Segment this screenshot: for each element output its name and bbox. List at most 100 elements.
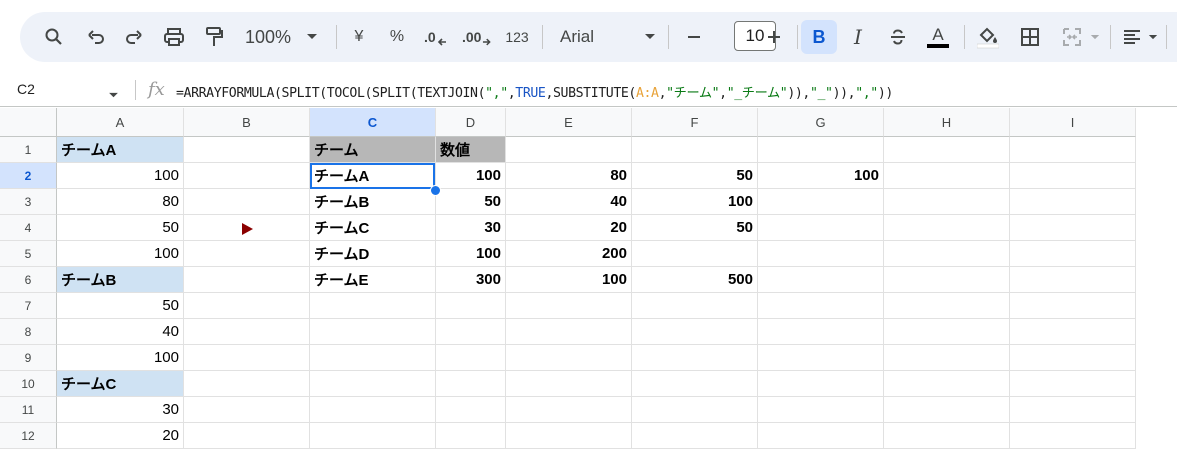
cell-h11[interactable] — [884, 397, 1010, 423]
column-header-e[interactable]: E — [506, 108, 632, 137]
cell-d11[interactable] — [436, 397, 506, 423]
cell-e11[interactable] — [506, 397, 632, 423]
cell-e4[interactable]: 20 — [506, 215, 632, 241]
italic-button[interactable]: I — [846, 24, 870, 50]
plus-icon[interactable] — [762, 24, 786, 50]
cell-g10[interactable] — [758, 371, 884, 397]
formula-input[interactable]: =ARRAYFORMULA(SPLIT(TOCOL(SPLIT(TEXTJOIN… — [176, 82, 893, 101]
cell-h2[interactable] — [884, 163, 1010, 189]
cell-h9[interactable] — [884, 345, 1010, 371]
cell-a5[interactable]: 100 — [57, 241, 184, 267]
row-header-1[interactable]: 1 — [0, 137, 57, 163]
column-header-h[interactable]: H — [884, 108, 1010, 137]
cell-b5[interactable] — [184, 241, 310, 267]
cell-a11[interactable]: 30 — [57, 397, 184, 423]
minus-icon[interactable] — [682, 24, 706, 50]
cell-i9[interactable] — [1010, 345, 1136, 371]
cell-h1[interactable] — [884, 137, 1010, 163]
cell-h12[interactable] — [884, 423, 1010, 449]
cell-i6[interactable] — [1010, 267, 1136, 293]
cell-e10[interactable] — [506, 371, 632, 397]
cell-b3[interactable] — [184, 189, 310, 215]
cell-b2[interactable] — [184, 163, 310, 189]
chevron-down-icon[interactable] — [304, 24, 320, 50]
chevron-down-icon[interactable] — [1146, 24, 1160, 50]
cell-e6[interactable]: 100 — [506, 267, 632, 293]
cell-d4[interactable]: 30 — [436, 215, 506, 241]
cell-i12[interactable] — [1010, 423, 1136, 449]
row-header-7[interactable]: 7 — [0, 293, 57, 319]
cell-d10[interactable] — [436, 371, 506, 397]
cell-f11[interactable] — [632, 397, 758, 423]
cell-a8[interactable]: 40 — [57, 319, 184, 345]
cell-i1[interactable] — [1010, 137, 1136, 163]
cell-f10[interactable] — [632, 371, 758, 397]
cell-g8[interactable] — [758, 319, 884, 345]
bold-button[interactable]: B — [801, 20, 837, 54]
cell-g2[interactable]: 100 — [758, 163, 884, 189]
cell-i10[interactable] — [1010, 371, 1136, 397]
search-icon[interactable] — [42, 24, 66, 50]
cell-f5[interactable] — [632, 241, 758, 267]
cell-b9[interactable] — [184, 345, 310, 371]
increase-decimal-button[interactable]: .00 — [462, 24, 492, 50]
cell-c7[interactable] — [310, 293, 436, 319]
cell-e7[interactable] — [506, 293, 632, 319]
cell-g4[interactable] — [758, 215, 884, 241]
row-header-11[interactable]: 11 — [0, 397, 57, 423]
column-header-f[interactable]: F — [632, 108, 758, 137]
cell-f2[interactable]: 50 — [632, 163, 758, 189]
cell-d5[interactable]: 100 — [436, 241, 506, 267]
cell-d6[interactable]: 300 — [436, 267, 506, 293]
cell-c6[interactable]: チームE — [310, 267, 436, 293]
cell-g7[interactable] — [758, 293, 884, 319]
cell-g3[interactable] — [758, 189, 884, 215]
cell-c12[interactable] — [310, 423, 436, 449]
zoom-select[interactable]: 100% — [242, 24, 294, 50]
cell-b7[interactable] — [184, 293, 310, 319]
cell-f4[interactable]: 50 — [632, 215, 758, 241]
fill-color-icon[interactable] — [976, 24, 1000, 50]
row-header-3[interactable]: 3 — [0, 189, 57, 215]
cell-d1[interactable]: 数値 — [436, 137, 506, 163]
cell-d8[interactable] — [436, 319, 506, 345]
cell-a3[interactable]: 80 — [57, 189, 184, 215]
cell-i5[interactable] — [1010, 241, 1136, 267]
cell-i2[interactable] — [1010, 163, 1136, 189]
cell-e9[interactable] — [506, 345, 632, 371]
redo-icon[interactable] — [122, 24, 146, 50]
cell-d7[interactable] — [436, 293, 506, 319]
decrease-decimal-button[interactable]: .0 — [424, 24, 452, 50]
text-color-button[interactable]: A — [926, 24, 950, 50]
cell-d12[interactable] — [436, 423, 506, 449]
cell-a9[interactable]: 100 — [57, 345, 184, 371]
cell-e3[interactable]: 40 — [506, 189, 632, 215]
cell-d3[interactable]: 50 — [436, 189, 506, 215]
cell-g5[interactable] — [758, 241, 884, 267]
cell-g1[interactable] — [758, 137, 884, 163]
undo-icon[interactable] — [84, 24, 108, 50]
row-header-8[interactable]: 8 — [0, 319, 57, 345]
paint-format-icon[interactable] — [202, 24, 226, 50]
cell-h3[interactable] — [884, 189, 1010, 215]
cell-f7[interactable] — [632, 293, 758, 319]
column-header-b[interactable]: B — [184, 108, 310, 137]
cell-c10[interactable] — [310, 371, 436, 397]
cell-e5[interactable]: 200 — [506, 241, 632, 267]
merge-cells-icon[interactable] — [1060, 24, 1084, 50]
column-header-d[interactable]: D — [436, 108, 506, 137]
select-all-corner[interactable] — [0, 108, 57, 137]
cell-h6[interactable] — [884, 267, 1010, 293]
cell-d9[interactable] — [436, 345, 506, 371]
cell-i3[interactable] — [1010, 189, 1136, 215]
number-format-button[interactable]: 123 — [504, 24, 530, 50]
cell-a6[interactable]: チームB — [57, 267, 184, 293]
cell-c8[interactable] — [310, 319, 436, 345]
cell-b8[interactable] — [184, 319, 310, 345]
chevron-down-icon[interactable] — [642, 24, 658, 50]
cell-h5[interactable] — [884, 241, 1010, 267]
cell-i11[interactable] — [1010, 397, 1136, 423]
cell-i7[interactable] — [1010, 293, 1136, 319]
row-header-6[interactable]: 6 — [0, 267, 57, 293]
cell-h4[interactable] — [884, 215, 1010, 241]
